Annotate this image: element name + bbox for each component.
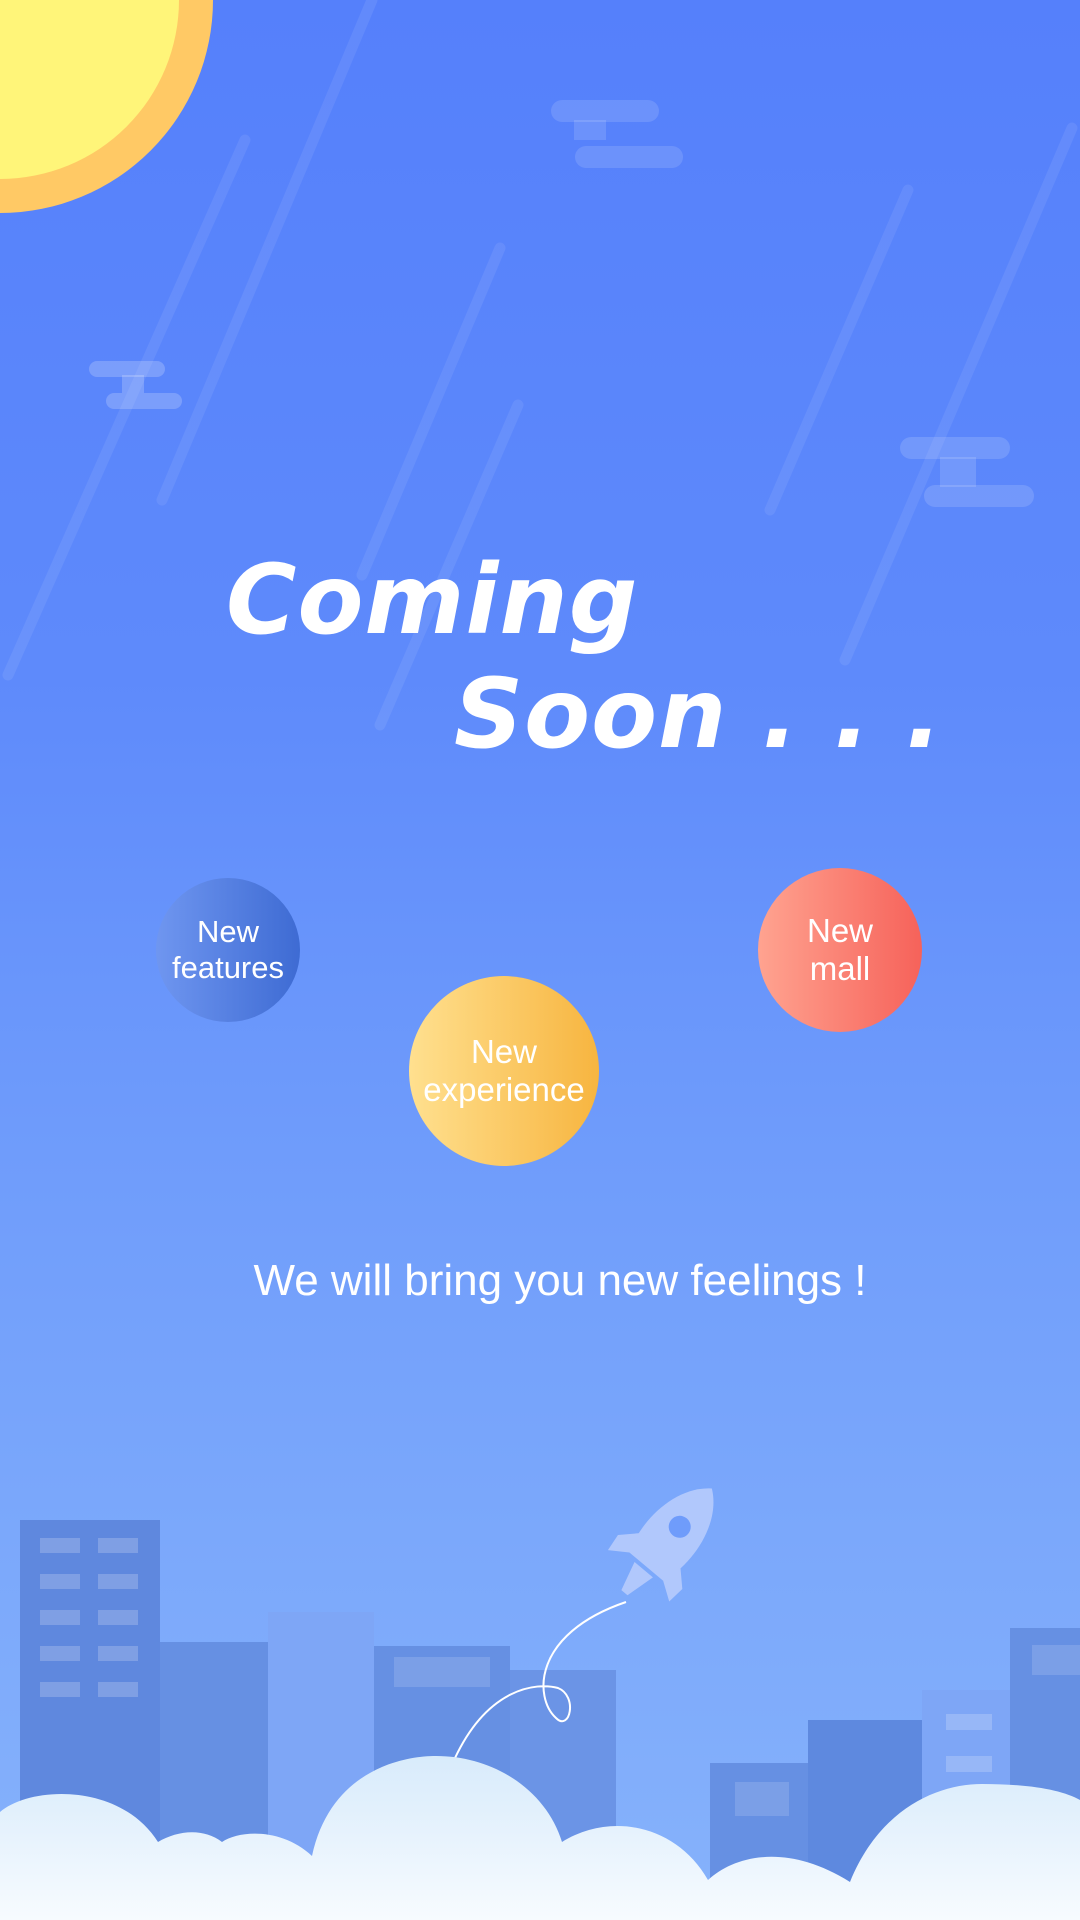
badge-line-1: New (470, 1033, 537, 1071)
cloud-icon (89, 361, 182, 409)
sun-icon (0, 0, 213, 213)
rocket-icon (607, 1488, 714, 1602)
coming-soon-screen: Coming Soon . . . New features New exper… (0, 0, 1080, 1920)
badge-line-1: New (196, 914, 259, 950)
badge-line-2: mall (809, 950, 871, 987)
new-mall-badge: New mall (758, 868, 922, 1032)
badge-line-2: experience (423, 1071, 585, 1108)
badge-line-1: New (806, 912, 874, 950)
badge-line-2: features (171, 950, 284, 985)
headline-line-2: Soon . . . (454, 658, 944, 770)
headline-line-1: Coming (226, 544, 639, 656)
cloud-icon (551, 100, 683, 168)
new-features-badge: New features (156, 878, 300, 1022)
new-experience-badge: New experience (409, 976, 599, 1166)
tagline-text: We will bring you new feelings ! (253, 1256, 867, 1305)
